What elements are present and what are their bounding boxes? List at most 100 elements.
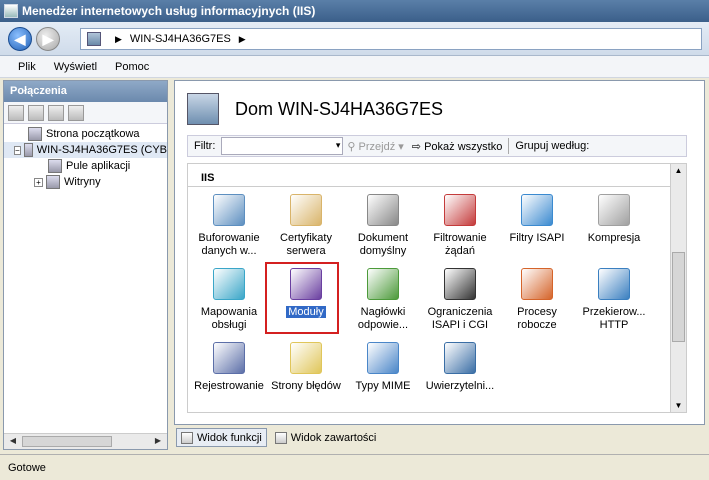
connect-icon[interactable] — [8, 104, 24, 121]
view-tabs: Widok funkcji Widok zawartości — [176, 428, 380, 448]
save-icon[interactable] — [28, 104, 44, 121]
forward-button[interactable]: ▶ — [36, 27, 60, 51]
scroll-down-icon[interactable]: ▼ — [672, 401, 685, 410]
feature-tile[interactable]: Certyfikaty serwera — [269, 192, 343, 268]
feature-tile[interactable]: Dokument domyślny — [346, 192, 420, 268]
connections-toolbar — [4, 102, 167, 124]
menu-view[interactable]: Wyświetl — [54, 61, 97, 73]
isapi-cgi-restrictions-icon — [444, 268, 476, 300]
feature-label-line1: Rejestrowanie — [194, 380, 264, 392]
features-vscrollbar[interactable]: ▲ ▼ — [670, 164, 686, 412]
app-pools-icon — [48, 159, 62, 173]
feature-tile[interactable]: Ograniczenia ISAPI i CGI — [423, 266, 497, 342]
feature-label: Dokument domyślny — [346, 232, 420, 258]
features-list: IIS Buforowanie danych w... Certyfikaty ser… — [187, 163, 687, 413]
feature-tile[interactable]: Kompresja — [577, 192, 651, 268]
request-filtering-icon — [444, 194, 476, 226]
mime-types-icon — [367, 342, 399, 374]
server-certificates-icon — [290, 194, 322, 226]
menu-file[interactable]: Plik — [18, 61, 36, 73]
feature-label-line2: obsługi — [211, 319, 247, 331]
feature-label-line1: Dokument — [357, 232, 409, 244]
show-all-button[interactable]: ⇨ Pokaż wszystko — [412, 140, 503, 153]
chevron-right-icon[interactable]: ▶ — [239, 34, 246, 45]
feature-label-line1: Uwierzytelni... — [425, 380, 495, 392]
address-bar[interactable]: ▶ WIN-SJ4HA36G7ES ▶ — [80, 28, 702, 50]
features-header: Dom WIN-SJ4HA36G7ES — [187, 93, 443, 125]
scroll-thumb[interactable] — [672, 252, 685, 342]
feature-tile[interactable]: Rejestrowanie — [192, 340, 266, 412]
feature-tile[interactable]: Typy MIME — [346, 340, 420, 412]
chevron-right-icon: ▶ — [115, 33, 122, 44]
feature-tile[interactable]: Filtry ISAPI — [500, 192, 574, 268]
feature-label-line1: Procesy — [517, 306, 557, 318]
feature-label-line2: HTTP — [599, 319, 629, 331]
feature-label-line1: Mapowania — [200, 306, 258, 318]
feature-label-line1: Filtry ISAPI — [509, 232, 565, 244]
feature-tile[interactable]: Nagłówki odpowie... — [346, 266, 420, 342]
status-text: Gotowe — [8, 461, 46, 474]
handler-mappings-icon — [213, 268, 245, 300]
connections-panel: Połączenia Strona początkowa − WIN-SJ4HA… — [3, 80, 168, 450]
feature-label-line1: Strony błędów — [271, 380, 341, 392]
feature-label-line1: Kompresja — [587, 232, 641, 244]
tree-node-sites[interactable]: + Witryny — [4, 174, 167, 190]
feature-label: Filtry ISAPI — [500, 232, 574, 245]
feature-label: Buforowanie danych w... — [192, 232, 266, 258]
collapse-icon[interactable]: − — [14, 145, 21, 155]
feature-tile[interactable]: Filtrowanie żądań — [423, 192, 497, 268]
group-by-label[interactable]: Grupuj według: — [515, 140, 589, 152]
feature-label-line1: Ograniczenia — [427, 306, 493, 318]
output-caching-icon — [213, 194, 245, 226]
feature-tile[interactable]: Uwierzytelni... — [423, 340, 497, 412]
feature-label-line1: Typy MIME — [355, 380, 411, 392]
tree-node-start-page[interactable]: Strona początkowa — [4, 126, 167, 142]
delete-connection-icon[interactable] — [68, 104, 84, 121]
go-button[interactable]: ⚲ Przejdź ▾ — [347, 140, 403, 153]
tab-features-view[interactable]: Widok funkcji — [176, 428, 267, 447]
tab-content-view[interactable]: Widok zawartości — [271, 428, 381, 447]
tree-node-server[interactable]: − WIN-SJ4HA36G7ES (CYB — [4, 142, 167, 158]
feature-label: Przekierow... HTTP — [577, 306, 651, 332]
features-view-icon — [181, 431, 193, 444]
show-all-label: Pokaż wszystko — [424, 140, 503, 153]
feature-label: Procesy robocze — [500, 306, 574, 332]
feature-label-line1: Buforowanie — [198, 232, 260, 244]
scroll-up-icon[interactable]: ▲ — [672, 166, 685, 175]
feature-tile[interactable]: Procesy robocze — [500, 266, 574, 342]
tab-label: Widok zawartości — [290, 431, 377, 444]
sites-icon — [46, 175, 60, 189]
menu-help[interactable]: Pomoc — [115, 61, 149, 73]
up-icon[interactable] — [48, 104, 64, 121]
tree-node-app-pools[interactable]: Pule aplikacji — [4, 158, 167, 174]
feature-label: Strony błędów — [269, 380, 343, 393]
feature-label-line2: odpowie... — [357, 319, 409, 331]
filter-bar: Filtr: ⚲ Przejdź ▾ ⇨ Pokaż wszystko Grup… — [187, 135, 687, 157]
feature-label: Nagłówki odpowie... — [346, 306, 420, 332]
scroll-left-icon[interactable]: ◀ — [6, 436, 20, 448]
back-button[interactable]: ◀ — [8, 27, 32, 51]
feature-tile[interactable]: Strony błędów — [269, 340, 343, 412]
filter-input[interactable] — [221, 137, 344, 155]
feature-label: Kompresja — [577, 232, 651, 245]
feature-label-line1: Nagłówki — [360, 306, 406, 318]
expand-icon[interactable]: + — [34, 177, 43, 187]
feature-tile[interactable]: Buforowanie danych w... — [192, 192, 266, 268]
connections-header: Połączenia — [4, 81, 167, 102]
feature-label: Rejestrowanie — [192, 380, 266, 393]
default-document-icon — [367, 194, 399, 226]
connections-hscrollbar[interactable]: ◀ ▶ — [4, 433, 167, 449]
selection-highlight — [265, 262, 339, 334]
feature-tile[interactable]: Przekierow... HTTP — [577, 266, 651, 342]
title-bar: Menedżer internetowych usług informacyjn… — [0, 0, 709, 22]
scroll-thumb[interactable] — [22, 436, 112, 447]
address-server: WIN-SJ4HA36G7ES — [129, 33, 231, 45]
feature-tile[interactable]: Mapowania obsługi — [192, 266, 266, 342]
feature-label-line1: Filtrowanie — [433, 232, 487, 244]
features-panel: Dom WIN-SJ4HA36G7ES Filtr: ⚲ Przejdź ▾ ⇨… — [174, 80, 705, 425]
scroll-right-icon[interactable]: ▶ — [151, 436, 165, 448]
menu-bar: Plik Wyświetl Pomoc — [0, 56, 709, 78]
logging-icon — [213, 342, 245, 374]
tab-label: Widok funkcji — [197, 431, 262, 444]
tree-node-label: Strona początkowa — [46, 128, 140, 140]
